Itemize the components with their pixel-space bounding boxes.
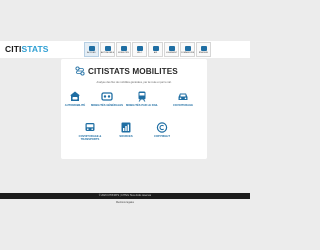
nav-label: MOBILITÉS bbox=[118, 51, 129, 54]
carpool-icon bbox=[178, 93, 188, 100]
site-footer: © 2023 CITISTATS | CITIVIL Tous droits r… bbox=[0, 193, 250, 199]
nav-item-velo[interactable]: VÉLO bbox=[132, 42, 147, 57]
nav-label: AUTOMOBILE bbox=[100, 51, 115, 54]
main-nav: ACCUEIL AUTOMOBILE MOBILITÉS VÉLO AIR LO… bbox=[84, 42, 211, 57]
nav-item-commerces[interactable]: COMMERCES bbox=[180, 42, 195, 57]
site-logo[interactable]: CITISTATS bbox=[5, 44, 49, 54]
mobilites-panel: CITISTATS MOBILITES Analyse des flux de … bbox=[61, 59, 207, 159]
home-icon bbox=[88, 45, 95, 51]
footer-copyright: © 2023 CITISTATS | CITIVIL Tous droits r… bbox=[98, 194, 152, 197]
route-icon bbox=[75, 66, 85, 76]
bike-icon bbox=[136, 45, 143, 51]
bus-icon bbox=[85, 123, 95, 131]
nav-label: COMMERCES bbox=[180, 51, 195, 54]
mobility-icon bbox=[120, 45, 127, 51]
nav-label: ACCUEIL bbox=[87, 51, 96, 54]
tile-covoiturage[interactable]: Covoiturage bbox=[166, 91, 200, 107]
tile-mobilites-rail[interactable]: Mobilités par le rail bbox=[125, 91, 159, 107]
nav-label: AIR bbox=[153, 51, 158, 54]
shop-icon bbox=[184, 45, 191, 51]
page-subtitle: Analyse des flux de mobilités générales,… bbox=[96, 81, 172, 84]
car-icon bbox=[104, 45, 111, 51]
legal-notice-link[interactable]: Mentions légales bbox=[0, 201, 250, 204]
copyright-icon bbox=[156, 122, 168, 133]
nav-label: ÉNERGIE bbox=[198, 51, 208, 54]
mobility-icon bbox=[101, 92, 113, 101]
nav-item-automobile[interactable]: AUTOMOBILE bbox=[100, 42, 115, 57]
energy-icon bbox=[200, 45, 207, 51]
logo-part1: CITI bbox=[5, 44, 22, 54]
tile-label: Covoiturage & Transports bbox=[78, 135, 102, 141]
tile-label: Mobilités générales bbox=[90, 104, 124, 107]
tile-sources[interactable]: Sources bbox=[109, 122, 143, 138]
nav-label: VÉLO bbox=[136, 51, 143, 54]
page-title: CITISTATS MOBILITES bbox=[88, 66, 178, 76]
tile-mobilites-generales[interactable]: Mobilités générales bbox=[90, 91, 124, 107]
tile-automobilite[interactable]: Automobilité bbox=[58, 91, 92, 107]
logo-part2: STATS bbox=[21, 44, 49, 54]
nav-item-logement[interactable]: LOGEMENT bbox=[164, 42, 179, 57]
car-icon bbox=[70, 91, 80, 101]
tile-covoiturage-transports[interactable]: Covoiturage & Transports bbox=[73, 122, 107, 141]
title-row: CITISTATS MOBILITES bbox=[75, 66, 178, 76]
train-icon bbox=[138, 91, 146, 102]
tile-label: Sources bbox=[119, 135, 133, 138]
tile-label: Copyright bbox=[154, 135, 170, 138]
sources-icon bbox=[121, 122, 131, 133]
air-icon bbox=[152, 45, 159, 51]
tile-label: Automobilité bbox=[64, 104, 86, 107]
tile-copyright[interactable]: Copyright bbox=[145, 122, 179, 138]
top-header: CITISTATS ACCUEIL AUTOMOBILE MOBILITÉS V… bbox=[0, 41, 250, 58]
tile-label: Mobilités par le rail bbox=[125, 104, 159, 107]
nav-label: LOGEMENT bbox=[165, 51, 178, 54]
building-icon bbox=[168, 45, 175, 51]
nav-item-air[interactable]: AIR bbox=[148, 42, 163, 57]
nav-item-mobilites[interactable]: MOBILITÉS bbox=[116, 42, 131, 57]
nav-item-accueil[interactable]: ACCUEIL bbox=[84, 42, 99, 57]
nav-item-energie[interactable]: ÉNERGIE bbox=[196, 42, 211, 57]
tile-label: Covoiturage bbox=[172, 104, 193, 107]
